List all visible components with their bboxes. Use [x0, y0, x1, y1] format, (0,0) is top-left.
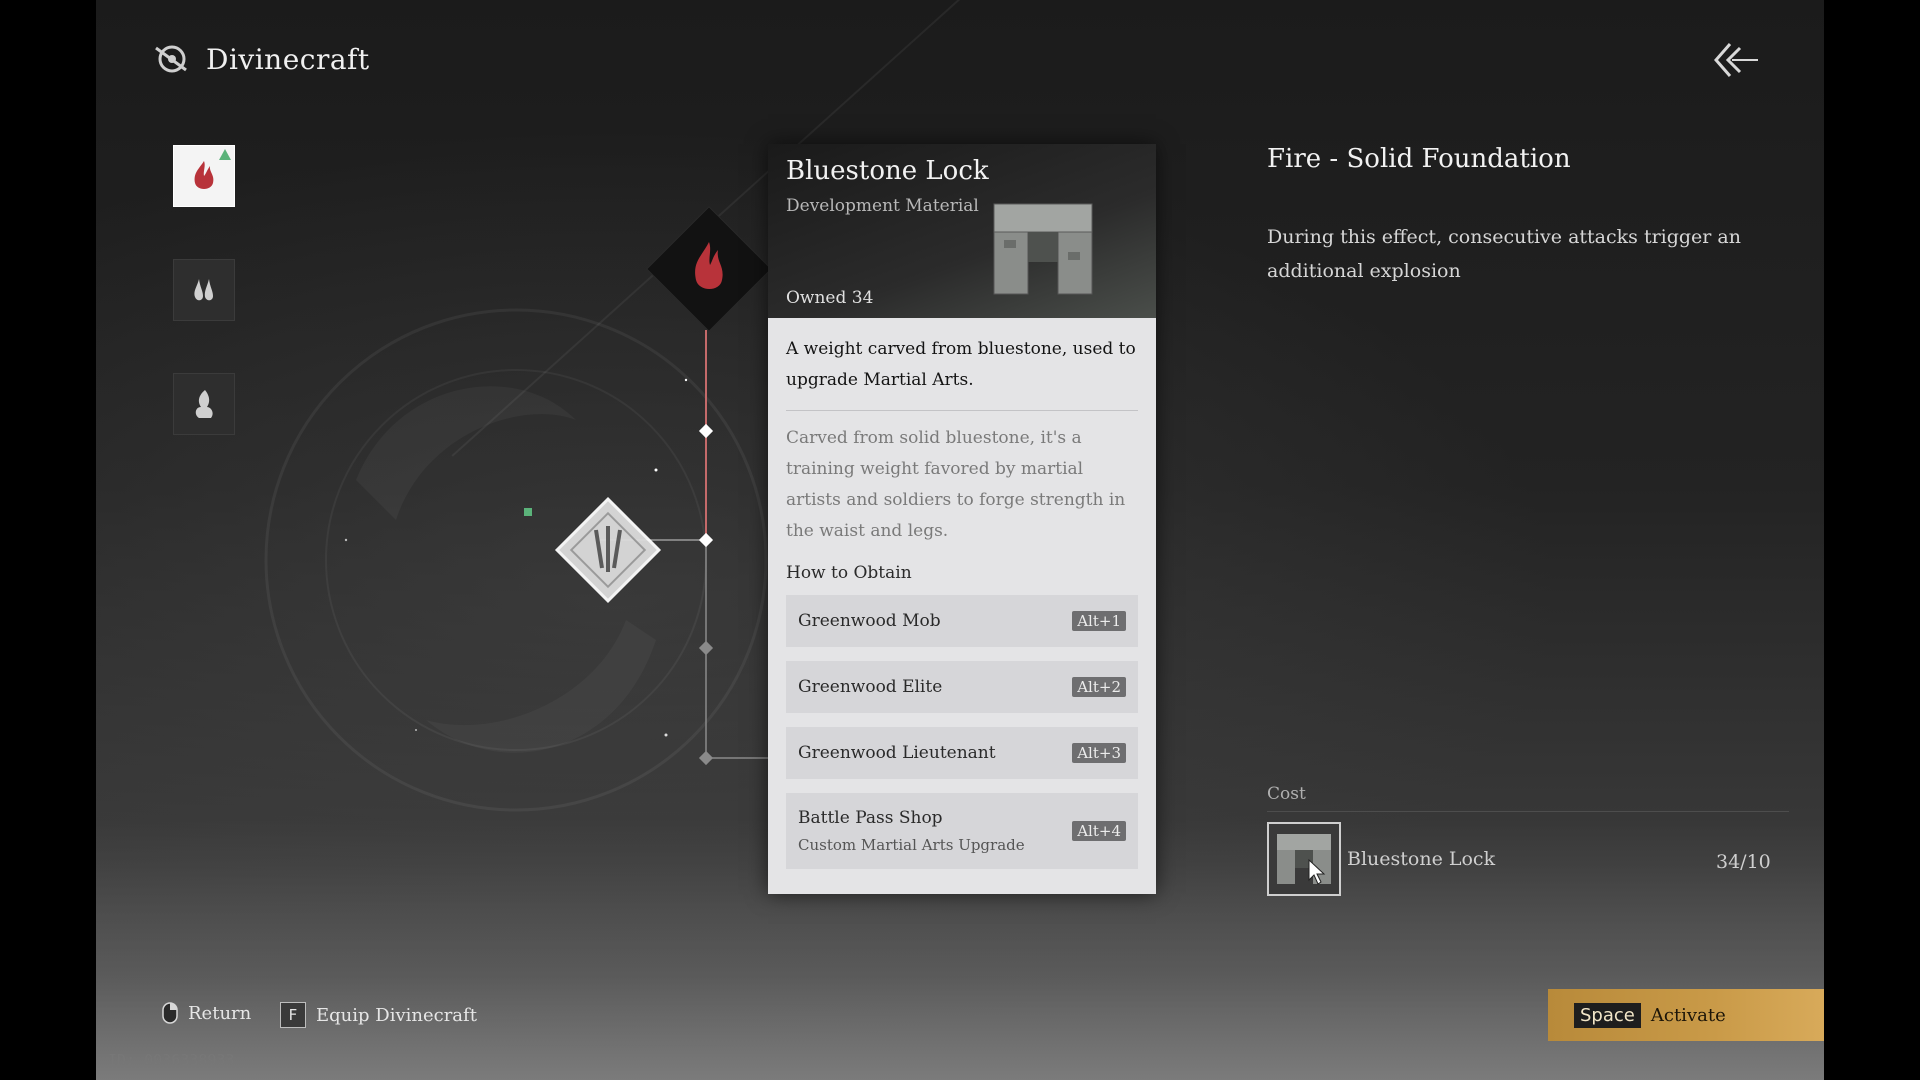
item-header: Bluestone Lock Development Material Owne… [768, 144, 1156, 318]
equip-divinecraft-hint[interactable]: F Equip Divinecraft [280, 1002, 477, 1028]
return-hint[interactable]: Return [162, 1002, 251, 1024]
page-title: Divinecraft [206, 42, 370, 76]
double-chevron-back-icon [1714, 43, 1758, 77]
cost-item-slot[interactable] [1267, 822, 1341, 896]
obtain-source-battle-pass-shop[interactable]: Battle Pass Shop Custom Martial Arts Upg… [786, 793, 1138, 869]
obtain-source-greenwood-lieutenant[interactable]: Greenwood Lieutenant Alt+3 [786, 727, 1138, 779]
activate-button[interactable]: Space Activate [1548, 989, 1824, 1041]
back-button[interactable] [1710, 38, 1762, 82]
return-label: Return [188, 1002, 252, 1024]
game-screen: Divinecraft Bluestone Lock Development M… [96, 0, 1824, 1080]
player-id: ID: 0036338933 [108, 1051, 235, 1069]
tab-water[interactable] [173, 259, 235, 321]
keycap: Space [1574, 1002, 1641, 1028]
hotkey-badge: Alt+4 [1072, 821, 1126, 841]
item-lore: Carved from solid bluestone, it's a trai… [786, 428, 1126, 541]
tree-node-small[interactable] [698, 423, 714, 439]
obtain-source-greenwood-mob[interactable]: Greenwood Mob Alt+1 [786, 595, 1138, 647]
how-to-obtain-title: How to Obtain [786, 563, 912, 583]
bluestone-lock-icon [1277, 834, 1331, 885]
keycap: F [280, 1002, 306, 1028]
tree-node-small[interactable] [698, 750, 714, 766]
tree-node-small[interactable] [698, 640, 714, 656]
upgrade-marker [524, 508, 532, 516]
obtain-source-label: Battle Pass Shop [798, 808, 943, 828]
obtain-source-label: Greenwood Mob [798, 611, 941, 631]
obtain-source-label: Greenwood Elite [798, 677, 943, 697]
wind-skill-node[interactable] [524, 496, 662, 604]
fire-skill-node[interactable] [646, 206, 772, 332]
item-name: Bluestone Lock [786, 156, 989, 186]
tree-node-small[interactable] [698, 532, 714, 548]
obtain-source-sublabel: Custom Martial Arts Upgrade [798, 836, 1025, 854]
cost-item-count: 34/10 [1716, 851, 1771, 873]
hotkey-badge: Alt+1 [1072, 611, 1126, 631]
item-owned-count: Owned 34 [786, 288, 874, 308]
activate-label: Activate [1650, 1004, 1726, 1026]
obtain-source-label: Greenwood Lieutenant [798, 743, 996, 763]
item-tooltip: Bluestone Lock Development Material Owne… [768, 144, 1156, 894]
divinecraft-emblem-icon [155, 45, 187, 73]
wind-element-icon [195, 390, 213, 418]
divider [1267, 811, 1789, 812]
skill-description: During this effect, consecutive attacks … [1267, 226, 1741, 282]
obtain-source-greenwood-elite[interactable]: Greenwood Elite Alt+2 [786, 661, 1138, 713]
fire-element-icon [194, 161, 214, 189]
tab-wind[interactable] [173, 373, 235, 435]
cost-label: Cost [1267, 784, 1306, 804]
item-description: A weight carved from bluestone, used to … [786, 334, 1138, 411]
tab-fire[interactable] [173, 145, 235, 207]
equip-divinecraft-label: Equip Divinecraft [316, 1004, 477, 1026]
page-header: Divinecraft [152, 40, 370, 78]
bluestone-lock-icon [993, 203, 1093, 295]
cost-item-name: Bluestone Lock [1347, 848, 1496, 870]
water-element-icon [194, 279, 213, 301]
new-marker [219, 149, 231, 160]
hotkey-badge: Alt+3 [1072, 743, 1126, 763]
skill-title: Fire - Solid Foundation [1267, 144, 1571, 174]
hotkey-badge: Alt+2 [1072, 677, 1126, 697]
mouse-right-click-icon [162, 1002, 178, 1024]
